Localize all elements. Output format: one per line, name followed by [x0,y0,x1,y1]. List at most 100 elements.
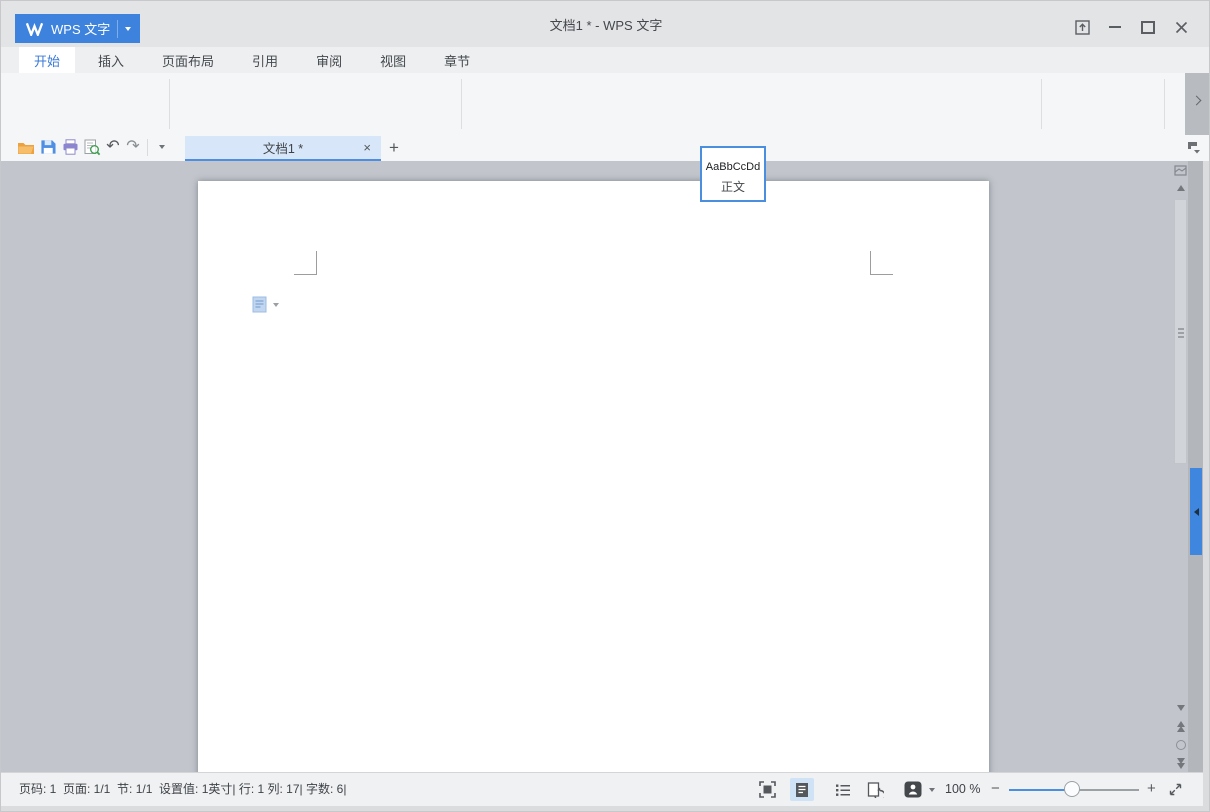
close-button[interactable] [1171,19,1191,35]
app-menu-caret-icon [125,27,131,31]
open-folder-icon [17,140,35,155]
window-right-edge [1203,161,1210,806]
window-title: 文档1 * - WPS 文字 [1,1,1210,47]
next-page-button[interactable] [1173,756,1188,770]
print-button[interactable] [61,138,79,156]
ruler-toggle-button[interactable] [1173,164,1188,176]
ribbon: 粘贴 剪切 复制 [1,73,1210,136]
toolbar-options-icon [1187,141,1201,154]
zoom-slider-knob[interactable] [1064,781,1080,797]
ribbon-overflow-chevron[interactable] [1192,96,1202,106]
select-browse-object-button[interactable] [1173,739,1188,751]
page-view-icon [795,782,809,798]
chevron-down-icon [159,145,165,149]
style-sample: AaBbCcDd [706,154,760,180]
minimize-icon [1109,26,1121,28]
divider [1041,79,1042,129]
tab-view[interactable]: 视图 [365,47,421,73]
scrollbar-thumb[interactable] [1174,199,1187,464]
maximize-button[interactable] [1138,19,1158,35]
divider [147,139,148,156]
divider [117,20,118,38]
zoom-out-button[interactable]: − [991,773,1000,806]
save-button[interactable] [39,138,57,156]
document-tab[interactable]: 文档1 * × [185,136,381,161]
paragraph-layout-button[interactable] [252,296,268,318]
document-tab-title: 文档1 * [263,138,303,157]
margin-corner-top-right [870,251,893,275]
expand-arrows-icon [1168,782,1183,797]
panel-expand-arrow-icon [1194,508,1199,516]
triangle-down-icon [1177,705,1185,711]
tab-home[interactable]: 开始 [19,47,75,73]
circle-icon [1176,740,1186,750]
zoom-in-button[interactable]: + [1147,773,1156,806]
save-icon [40,139,56,155]
print-preview-button[interactable] [83,138,101,156]
redo-icon: ↷ [126,138,139,156]
undo-button[interactable]: ↶ [104,138,122,156]
wps-writer-window: WPS 文字 文档1 * - WPS 文字 开始 插入 页面布局 [0,0,1210,812]
divider [461,79,462,129]
new-tab-button[interactable]: + [389,135,399,160]
page-view-button[interactable] [790,778,814,801]
toolbar-options-button[interactable] [1185,138,1203,156]
assistant-caret-icon[interactable] [929,788,935,792]
minimize-button[interactable] [1105,19,1125,35]
outline-view-icon [835,783,851,797]
collapsed-panel-tab[interactable] [1190,468,1202,555]
previous-page-button[interactable] [1173,719,1188,733]
fit-page-zoom-button[interactable] [1163,778,1187,801]
open-button[interactable] [17,138,35,156]
close-icon [1175,21,1188,34]
fit-window-view-button[interactable] [863,778,887,801]
status-info: 页码: 1 页面: 1/1 节: 1/1 设置值: 1英寸| 行: 1 列: 1… [19,773,346,806]
assistant-icon [904,781,922,798]
divider [1164,79,1165,129]
fullscreen-view-icon [759,781,776,798]
redo-button[interactable]: ↷ [124,138,142,156]
tab-section[interactable]: 章节 [429,47,485,73]
triangle-up-icon [1177,185,1185,191]
status-bar: 页码: 1 页面: 1/1 节: 1/1 设置值: 1英寸| 行: 1 列: 1… [1,772,1210,806]
print-preview-icon [83,139,101,156]
app-menu-button[interactable]: WPS 文字 [15,14,140,43]
scroll-down-button[interactable] [1173,702,1188,714]
quickbar-customize-button[interactable] [153,138,171,156]
scrollbar-grip [1178,328,1184,330]
title-bar: WPS 文字 文档1 * - WPS 文字 [1,1,1210,47]
style-label: 正文 [721,180,745,195]
window-bottom-edge [1,806,1210,812]
margin-corner-top-left [294,251,317,275]
zoom-slider-fill [1009,789,1066,791]
app-name: WPS 文字 [51,19,110,38]
paragraph-layout-icon [252,296,268,313]
paragraph-layout-caret-icon[interactable] [273,303,279,307]
zoom-level: 100 % [945,773,980,806]
undo-icon: ↶ [106,138,119,156]
ruler-toggle-icon [1174,165,1187,176]
collapse-ribbon-button[interactable] [1072,19,1092,35]
style-normal[interactable]: AaBbCcDd 正文 [702,148,764,200]
double-triangle-down-icon [1177,763,1185,769]
collapse-ribbon-icon [1075,20,1090,35]
document-area [1,161,1210,772]
fit-window-view-icon [867,782,884,798]
tab-insert[interactable]: 插入 [83,47,139,73]
scroll-up-button[interactable] [1173,182,1188,194]
tab-page-layout[interactable]: 页面布局 [147,47,229,73]
tab-review[interactable]: 审阅 [301,47,357,73]
assistant-button[interactable] [901,778,925,801]
printer-icon [62,139,79,155]
ribbon-tab-bar: 开始 插入 页面布局 引用 审阅 视图 章节 [1,47,1210,73]
window-controls [1072,19,1191,35]
quick-access-bar: ↶ ↷ 文档1 * × + [1,135,1210,161]
tab-references[interactable]: 引用 [237,47,293,73]
divider [169,79,170,129]
tab-close-icon[interactable]: × [363,140,371,155]
outline-view-button[interactable] [831,778,855,801]
maximize-icon [1141,21,1155,34]
fullscreen-view-button[interactable] [755,778,779,801]
wps-logo-icon [25,22,44,36]
ribbon-overflow-strip [1185,73,1210,135]
